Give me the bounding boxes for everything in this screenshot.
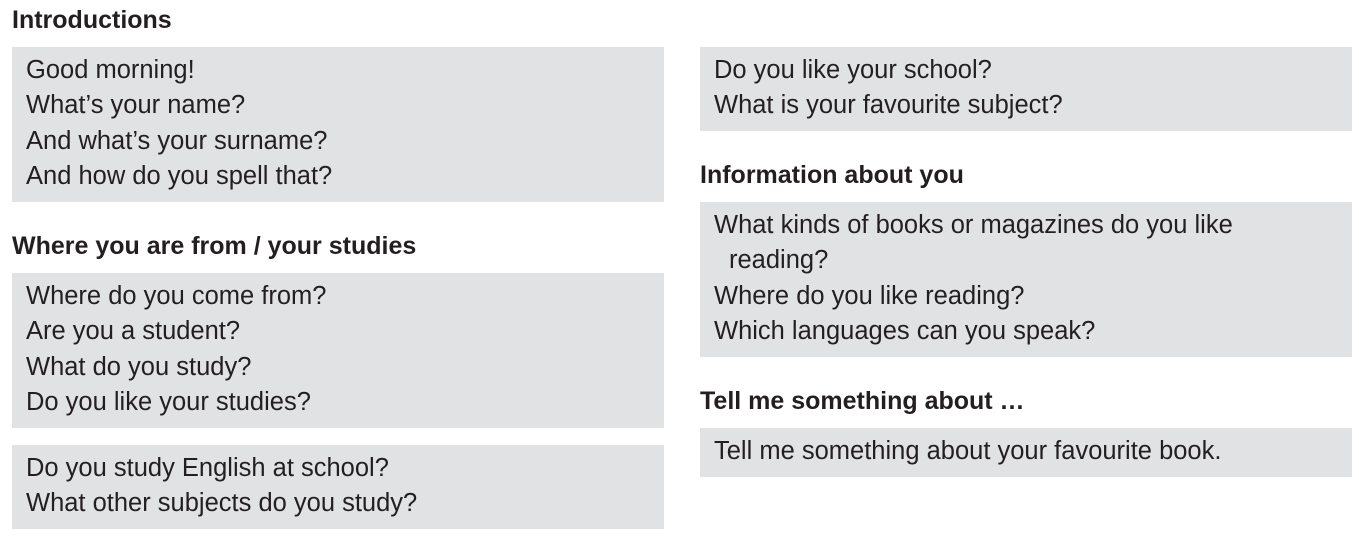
question-line: Which languages can you speak? <box>714 317 1096 346</box>
question-line: Where do you come from? <box>26 282 327 310</box>
information-questions-box: What kinds of books or magazines do you … <box>700 202 1352 357</box>
question-line: What kinds of books or magazines do you … <box>714 211 1233 239</box>
question-line: Tell me something about your favourite b… <box>714 437 1222 465</box>
school-questions-box: Do you like your school? What is your fa… <box>700 47 1352 131</box>
question-line: And how do you spell that? <box>26 162 333 191</box>
question-line: Good morning! <box>26 56 195 84</box>
where-from-questions-box: Where do you come from? Are you a studen… <box>12 273 664 428</box>
question-line-continuation: reading? <box>729 246 829 275</box>
section-heading-where-from: Where you are from / your studies <box>12 232 417 260</box>
question-line: Where do you like reading? <box>714 281 1025 310</box>
question-line: Do you like your studies? <box>26 388 311 417</box>
question-line: And what’s your surname? <box>26 126 328 155</box>
question-line: Are you a student? <box>26 317 241 346</box>
question-line: What is your favourite subject? <box>714 91 1063 120</box>
question-line: Do you like your school? <box>714 56 992 84</box>
question-line: Do you study English at school? <box>26 454 389 482</box>
introductions-questions-box: Good morning! What’s your name? And what… <box>12 47 664 202</box>
english-questions-box: Do you study English at school? What oth… <box>12 445 664 529</box>
section-heading-information: Information about you <box>700 161 964 189</box>
question-line: What other subjects do you study? <box>26 489 418 518</box>
question-line: What do you study? <box>26 352 252 381</box>
tell-me-questions-box: Tell me something about your favourite b… <box>700 428 1352 477</box>
question-line: What’s your name? <box>26 91 246 120</box>
section-heading-introductions: Introductions <box>12 6 172 34</box>
section-heading-tell-me: Tell me something about … <box>700 387 1025 415</box>
